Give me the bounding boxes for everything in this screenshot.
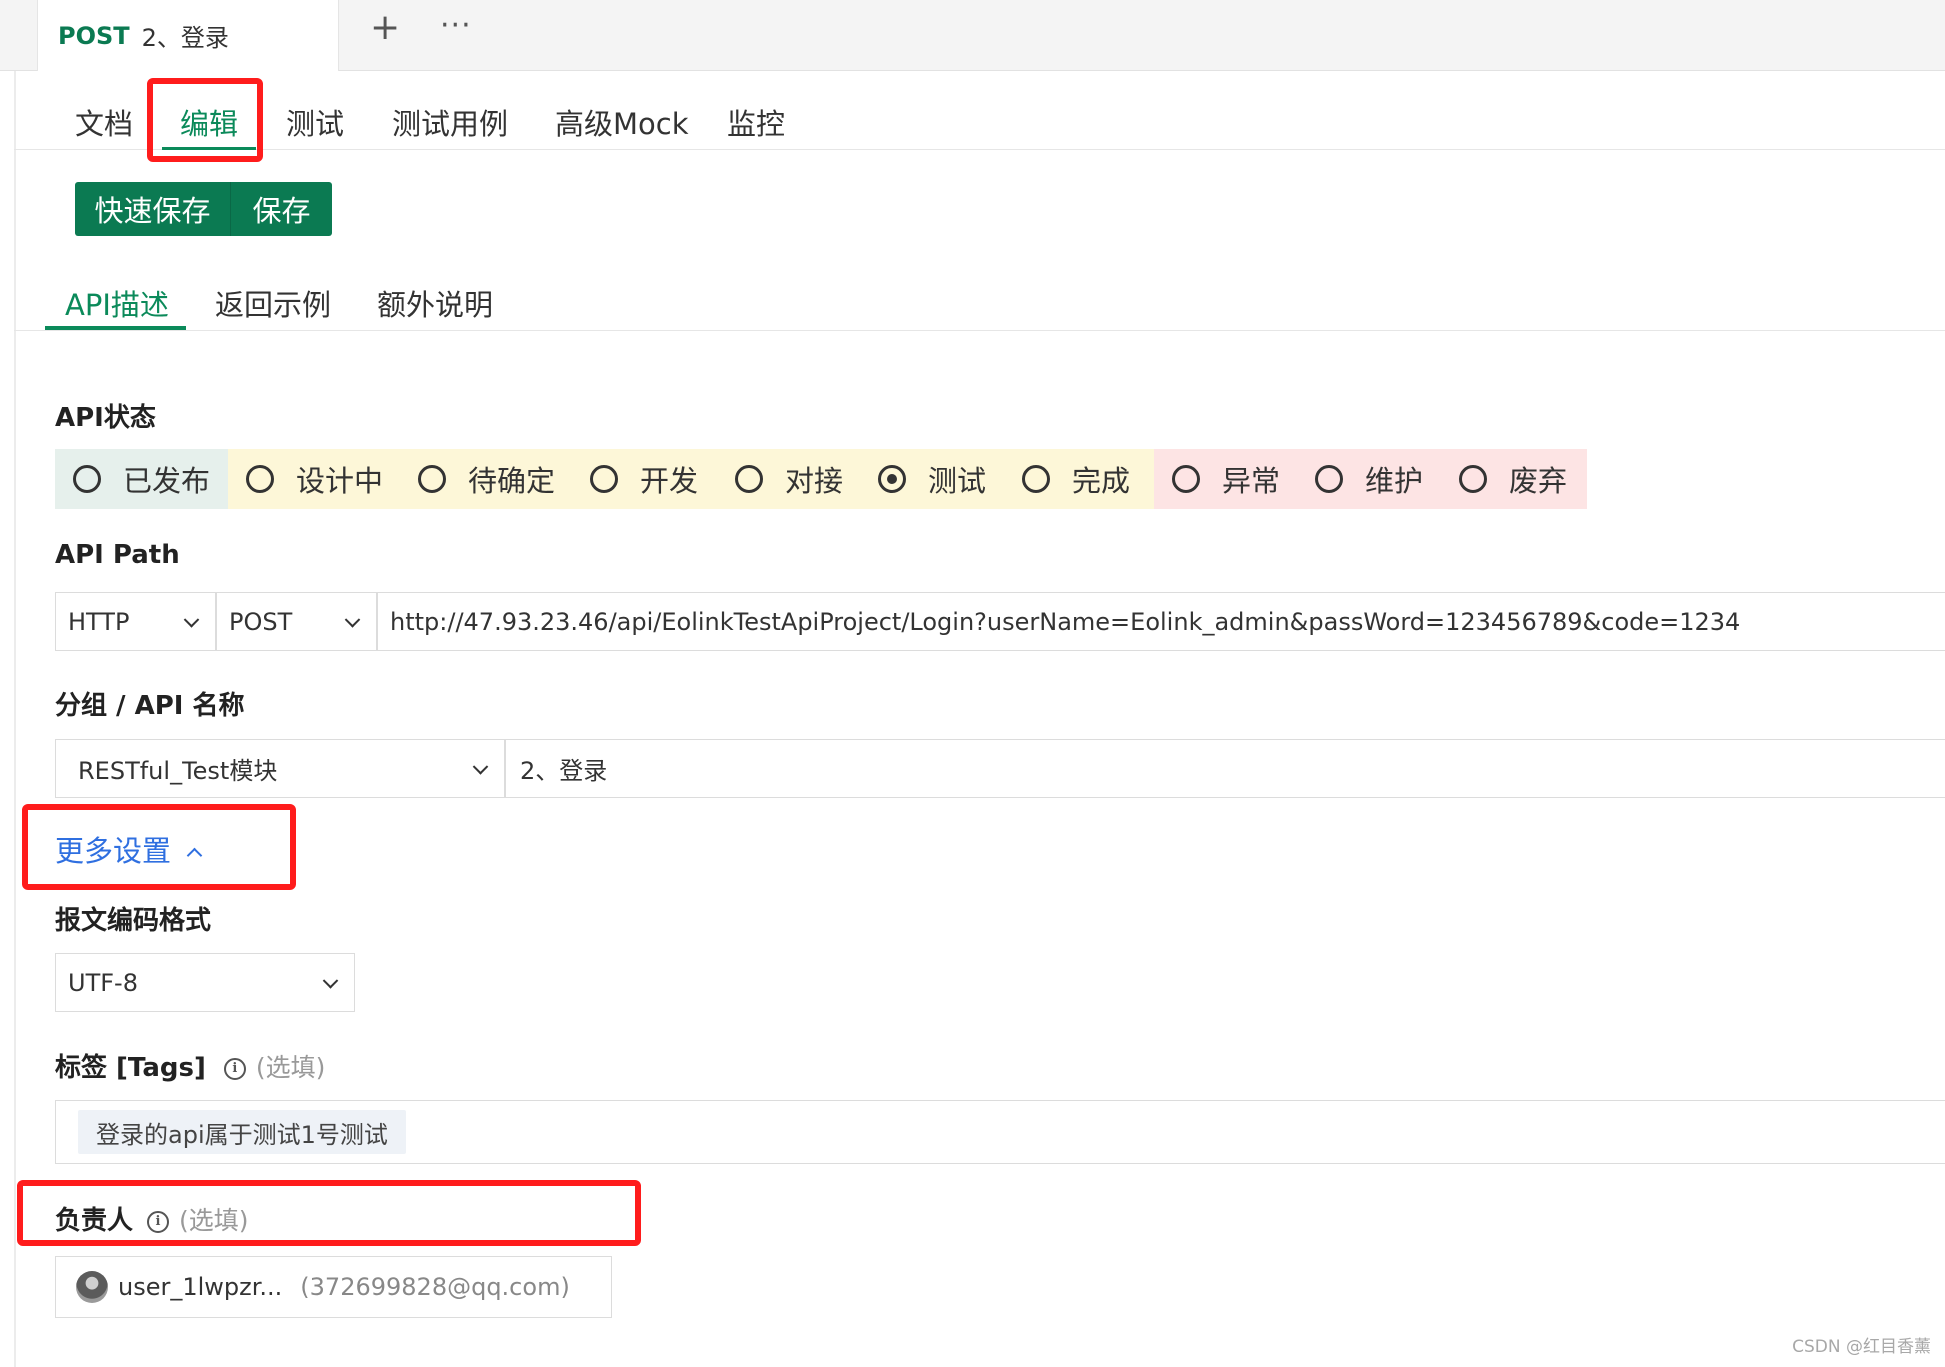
main-nav: 文档 编辑 测试 测试用例 高级Mock 监控 — [14, 71, 1945, 150]
status-option-developing[interactable]: 开发 — [572, 449, 717, 509]
subtab-response-example[interactable]: 返回示例 — [215, 282, 331, 324]
annotation-box-owner — [17, 1180, 641, 1246]
request-method: POST — [58, 21, 130, 50]
status-option-deprecated[interactable]: 废弃 — [1441, 449, 1587, 509]
status-option-integration[interactable]: 对接 — [717, 449, 860, 509]
status-option-abnormal[interactable]: 异常 — [1154, 449, 1297, 509]
status-option-done[interactable]: 完成 — [1004, 449, 1154, 509]
radio-icon — [1022, 465, 1050, 493]
status-option-pending[interactable]: 待确定 — [400, 449, 572, 509]
tags-label: 标签 [Tags] i (选填) — [55, 1047, 325, 1084]
chevron-down-icon — [472, 758, 489, 775]
status-option-label: 维护 — [1365, 464, 1424, 498]
encoding-label: 报文编码格式 — [55, 906, 212, 936]
tags-optional-hint: (选填) — [255, 1053, 326, 1082]
save-button[interactable]: 保存 — [231, 182, 332, 236]
owner-name: user_1lwpzr... — [118, 1273, 283, 1301]
status-option-testing[interactable]: 测试 — [860, 449, 1004, 509]
api-status-radio-group: 已发布 设计中 待确定 开发 对接 测试 完成 异常 维护 废弃 — [55, 449, 1587, 509]
tags-label-text: 标签 [Tags] — [55, 1053, 206, 1083]
method-value: POST — [229, 607, 293, 636]
chevron-down-icon — [344, 611, 361, 628]
tab-docs[interactable]: 文档 — [75, 101, 133, 143]
tab-test[interactable]: 测试 — [286, 101, 344, 143]
status-option-label: 设计中 — [296, 464, 384, 498]
watermark: CSDN @红目香薰 — [1792, 1337, 1931, 1357]
radio-icon — [1172, 465, 1200, 493]
radio-icon — [1315, 465, 1343, 493]
method-select[interactable]: POST — [216, 592, 377, 651]
info-icon[interactable]: i — [223, 1057, 246, 1080]
api-name-value: 2、登录 — [520, 757, 608, 785]
status-option-published[interactable]: 已发布 — [55, 449, 228, 509]
tag-chip[interactable]: 登录的api属于测试1号测试 — [78, 1110, 406, 1154]
active-subtab-underline — [45, 326, 186, 330]
protocol-value: HTTP — [68, 607, 130, 636]
status-option-label: 废弃 — [1509, 464, 1568, 498]
radio-icon — [73, 465, 101, 493]
annotation-box-edit-tab — [147, 78, 263, 162]
api-status-label: API状态 — [55, 403, 156, 433]
tab-advanced-mock[interactable]: 高级Mock — [555, 101, 689, 143]
url-input[interactable]: http://47.93.23.46/api/EolinkTestApiProj… — [377, 592, 1945, 651]
owner-select[interactable]: user_1lwpzr... (372699828@qq.com) — [55, 1256, 612, 1318]
tab-monitor[interactable]: 监控 — [727, 101, 785, 143]
subtab-api-description[interactable]: API描述 — [65, 282, 169, 324]
api-name-input[interactable]: 2、登录 — [505, 739, 1945, 798]
group-select[interactable]: RESTful_Test模块 — [55, 739, 505, 798]
group-name-label: 分组 / API 名称 — [55, 691, 245, 721]
owner-email: (372699828@qq.com) — [300, 1273, 570, 1301]
request-name: 2、登录 — [141, 24, 229, 52]
group-value: RESTful_Test模块 — [78, 757, 278, 785]
status-option-label: 对接 — [785, 464, 844, 498]
add-tab-icon[interactable]: + — [370, 8, 400, 48]
encoding-select[interactable]: UTF-8 — [55, 953, 355, 1012]
radio-icon — [1459, 465, 1487, 493]
quick-save-button[interactable]: 快速保存 — [75, 182, 231, 236]
tab-test-cases[interactable]: 测试用例 — [392, 101, 508, 143]
status-option-designing[interactable]: 设计中 — [228, 449, 400, 509]
radio-icon — [418, 465, 446, 493]
avatar — [76, 1271, 108, 1303]
radio-icon — [246, 465, 274, 493]
chevron-down-icon — [183, 611, 200, 628]
more-tabs-icon[interactable]: ··· — [440, 6, 472, 46]
protocol-select[interactable]: HTTP — [55, 592, 216, 651]
status-option-label: 待确定 — [468, 464, 556, 498]
request-tab[interactable]: POST 2、登录 — [37, 0, 339, 71]
sub-nav: API描述 返回示例 额外说明 — [14, 260, 1945, 331]
status-option-label: 测试 — [928, 464, 987, 498]
radio-icon — [590, 465, 618, 493]
save-button-group: 快速保存 保存 — [75, 182, 332, 236]
annotation-box-more-settings — [22, 804, 296, 890]
status-option-maintenance[interactable]: 维护 — [1297, 449, 1441, 509]
status-option-label: 异常 — [1222, 464, 1281, 498]
chevron-down-icon — [322, 972, 339, 989]
subtab-extra-notes[interactable]: 额外说明 — [377, 282, 493, 324]
api-path-label: API Path — [55, 540, 180, 570]
tags-input[interactable]: 登录的api属于测试1号测试 — [55, 1100, 1945, 1164]
request-tab-bar: POST 2、登录 + ··· — [0, 0, 1945, 71]
status-option-label: 开发 — [640, 464, 699, 498]
status-option-label: 已发布 — [123, 464, 211, 498]
radio-checked-icon — [878, 465, 906, 493]
radio-icon — [735, 465, 763, 493]
status-option-label: 完成 — [1072, 464, 1131, 498]
url-value: http://47.93.23.46/api/EolinkTestApiProj… — [390, 607, 1741, 636]
encoding-value: UTF-8 — [68, 968, 138, 997]
